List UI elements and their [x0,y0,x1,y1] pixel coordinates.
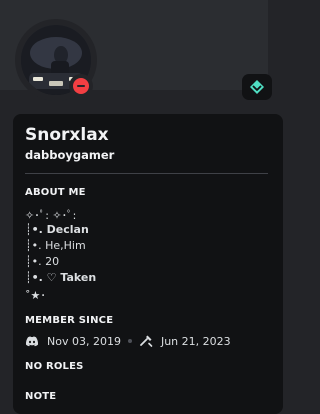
note-heading: NOTE [25,391,57,402]
username[interactable]: dabboygamer [25,148,114,162]
nitro-diamond-icon [249,79,265,95]
bio-line: ˚★･ [25,289,46,302]
nitro-badge[interactable] [242,74,272,100]
display-name: Snorxlax [25,125,109,145]
bio-line: ┊•. ♡ Taken [25,271,97,284]
discord-logo-icon[interactable] [25,336,39,347]
bio-line: ┊•. He,Him [25,239,86,252]
discord-member-since-date: Nov 03, 2019 [47,334,121,348]
divider [25,173,268,174]
dnd-status-icon [73,78,89,94]
member-since-heading: MEMBER SINCE [25,315,114,326]
bio-line: ┊•. Declan [25,223,89,236]
about-me-heading: ABOUT ME [25,187,86,198]
roles-heading: NO ROLES [25,361,84,372]
bio-line: ✧･ﾟ: ✧･ﾟ: [25,209,77,222]
separator-dot [127,339,132,343]
server-icon[interactable] [139,334,153,348]
bio-line: ┊•. 20 [25,255,60,268]
server-member-since-date: Jun 21, 2023 [160,334,231,348]
member-since-row: Nov 03, 2019 Jun 21, 2023 [25,333,231,349]
